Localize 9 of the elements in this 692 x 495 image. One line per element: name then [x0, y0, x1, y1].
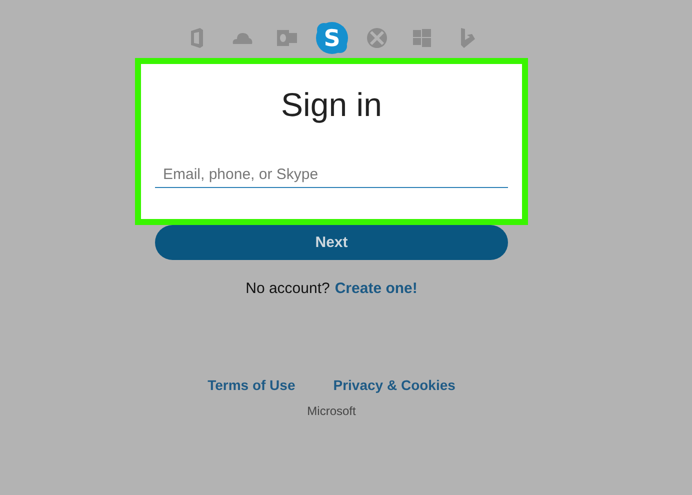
grid-icon[interactable] [410, 27, 432, 49]
page-title: Sign in [281, 86, 382, 124]
next-button[interactable]: Next [155, 225, 508, 260]
brand-text: Microsoft [307, 404, 356, 418]
create-account-link[interactable]: Create one! [334, 280, 418, 297]
footer-link[interactable]: Privacy & Cookies [333, 377, 456, 393]
signup-prompt: No account? [246, 280, 330, 297]
footer-link[interactable]: Terms of Use [208, 377, 296, 393]
chat-bubble-icon[interactable]: S [314, 21, 348, 55]
